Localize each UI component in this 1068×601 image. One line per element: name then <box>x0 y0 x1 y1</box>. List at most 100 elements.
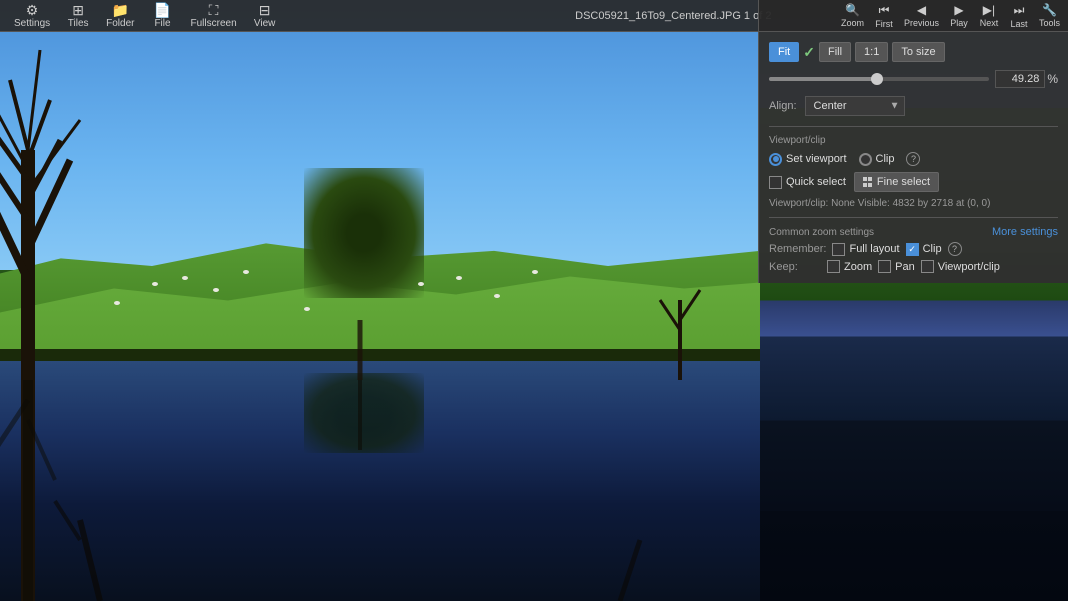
zoom-icon: 🔍 <box>845 3 860 17</box>
align-row: Align: Center Top Left Top Right Bottom … <box>769 96 1058 116</box>
remember-clip-label: Clip <box>923 243 942 255</box>
clip-radio[interactable]: Clip <box>859 153 895 166</box>
first-icon: ⏮ <box>879 3 890 18</box>
zoom-slider-fill <box>769 77 877 81</box>
common-zoom-label: Common zoom settings <box>769 227 874 238</box>
last-icon: ⏭ <box>1014 3 1025 18</box>
fill-button[interactable]: Fill <box>819 42 851 62</box>
fit-checkmark: ✓ <box>803 44 815 61</box>
last-button[interactable]: ⏭ Last <box>1005 1 1033 31</box>
tools-button[interactable]: 🔧 Tools <box>1035 1 1064 30</box>
separator-2 <box>769 217 1058 218</box>
viewport-clip-info: Viewport/clip: None Visible: 4832 by 271… <box>769 198 1058 209</box>
zoom-slider-row: 49.28 % <box>769 70 1058 88</box>
keep-zoom-checkbox[interactable]: Zoom <box>827 260 872 273</box>
viewport-help-icon[interactable]: ? <box>906 152 920 166</box>
zoom-button[interactable]: 🔍 Zoom <box>837 1 868 30</box>
remember-clip-checkbox-box <box>906 243 919 256</box>
previous-label: Previous <box>904 18 939 28</box>
view-icon: ⊟ <box>259 3 271 17</box>
folder-label: Folder <box>106 18 134 29</box>
last-label: Last <box>1010 19 1027 29</box>
play-button[interactable]: ▶ Play <box>945 1 973 30</box>
zoom-toolbar: 🔍 Zoom ⏮ First ◀ Previous ▶ Play ▶| Next… <box>758 0 1068 32</box>
align-dropdown[interactable]: Center Top Left Top Right Bottom Left Bo… <box>805 96 905 116</box>
first-label: First <box>875 19 893 29</box>
full-layout-label: Full layout <box>849 243 899 255</box>
keep-pan-checkbox[interactable]: Pan <box>878 260 915 273</box>
set-viewport-radio[interactable]: Set viewport <box>769 153 847 166</box>
align-dropdown-wrapper: Center Top Left Top Right Bottom Left Bo… <box>805 96 905 116</box>
play-icon: ▶ <box>954 3 963 17</box>
viewport-clip-section-label: Viewport/clip <box>769 135 1058 146</box>
common-zoom-header: Common zoom settings More settings <box>769 226 1058 238</box>
zoom-slider-thumb[interactable] <box>871 73 883 85</box>
play-label: Play <box>950 18 968 28</box>
keep-viewport-checkbox-box <box>921 260 934 273</box>
fullscreen-button[interactable]: ⛶ Fullscreen <box>185 1 243 31</box>
tiles-label: Tiles <box>68 18 89 29</box>
fine-select-button[interactable]: Fine select <box>854 172 939 192</box>
settings-label: Settings <box>14 18 50 29</box>
folder-button[interactable]: 📁 Folder <box>100 1 140 31</box>
previous-icon: ◀ <box>917 3 926 17</box>
fine-select-grid-icon <box>863 177 873 187</box>
tiles-icon: ⊞ <box>72 3 84 17</box>
fullscreen-icon: ⛶ <box>209 3 219 17</box>
quick-select-checkbox-box <box>769 176 782 189</box>
keep-viewport-checkbox[interactable]: Viewport/clip <box>921 260 1000 273</box>
keep-zoom-label: Zoom <box>844 261 872 273</box>
keep-label: Keep: <box>769 261 821 273</box>
settings-button[interactable]: ⚙ Settings <box>8 1 56 31</box>
to-size-button[interactable]: To size <box>892 42 944 62</box>
next-icon: ▶| <box>983 3 995 17</box>
zoom-slider-track[interactable] <box>769 77 989 81</box>
separator-1 <box>769 126 1058 127</box>
next-label: Next <box>980 18 999 28</box>
full-layout-checkbox[interactable]: Full layout <box>832 243 899 256</box>
file-label: File <box>154 18 170 29</box>
remember-label: Remember: <box>769 243 826 255</box>
one-to-one-button[interactable]: 1:1 <box>855 42 888 62</box>
select-buttons-row: Quick select Fine select <box>769 172 1058 192</box>
set-viewport-label: Set viewport <box>786 153 847 165</box>
quick-select-checkbox[interactable]: Quick select <box>769 176 846 189</box>
zoom-fit-row: Fit ✓ Fill 1:1 To size <box>769 42 1058 62</box>
clip-radio-label: Clip <box>876 153 895 165</box>
fine-select-label: Fine select <box>877 176 930 188</box>
viewport-radio-row: Set viewport Clip ? <box>769 152 1058 166</box>
keep-row: Keep: Zoom Pan Viewport/clip <box>769 260 1058 273</box>
full-layout-checkbox-box <box>832 243 845 256</box>
tiles-button[interactable]: ⊞ Tiles <box>60 1 96 31</box>
zoom-percent-label: % <box>1047 72 1058 86</box>
fit-button[interactable]: Fit <box>769 42 799 62</box>
remember-row: Remember: Full layout Clip ? <box>769 242 1058 256</box>
keep-pan-checkbox-box <box>878 260 891 273</box>
fullscreen-label: Fullscreen <box>191 18 237 29</box>
landscape-view <box>0 0 760 601</box>
previous-button[interactable]: ◀ Previous <box>900 1 943 30</box>
quick-select-label: Quick select <box>786 176 846 188</box>
remember-help-icon[interactable]: ? <box>948 242 962 256</box>
file-button[interactable]: 📄 File <box>145 1 181 31</box>
keep-pan-label: Pan <box>895 261 915 273</box>
tree-svg <box>0 0 760 601</box>
zoom-label: Zoom <box>841 18 864 28</box>
align-label: Align: <box>769 100 797 112</box>
tools-icon: 🔧 <box>1042 3 1057 17</box>
view-label: View <box>254 18 276 29</box>
keep-zoom-checkbox-box <box>827 260 840 273</box>
first-button[interactable]: ⏮ First <box>870 1 898 31</box>
right-panel: Fit ✓ Fill 1:1 To size 49.28 % Align: Ce… <box>758 32 1068 283</box>
file-icon: 📄 <box>154 3 171 17</box>
folder-icon: 📁 <box>112 3 129 17</box>
more-settings-link[interactable]: More settings <box>992 226 1058 238</box>
keep-viewport-label: Viewport/clip <box>938 261 1000 273</box>
next-button[interactable]: ▶| Next <box>975 1 1003 30</box>
tools-label: Tools <box>1039 18 1060 28</box>
zoom-value-box[interactable]: 49.28 <box>995 70 1045 88</box>
set-viewport-radio-indicator <box>769 153 782 166</box>
view-button[interactable]: ⊟ View <box>247 1 283 31</box>
zoom-value-wrapper: 49.28 % <box>995 70 1058 88</box>
remember-clip-checkbox[interactable]: Clip <box>906 243 942 256</box>
